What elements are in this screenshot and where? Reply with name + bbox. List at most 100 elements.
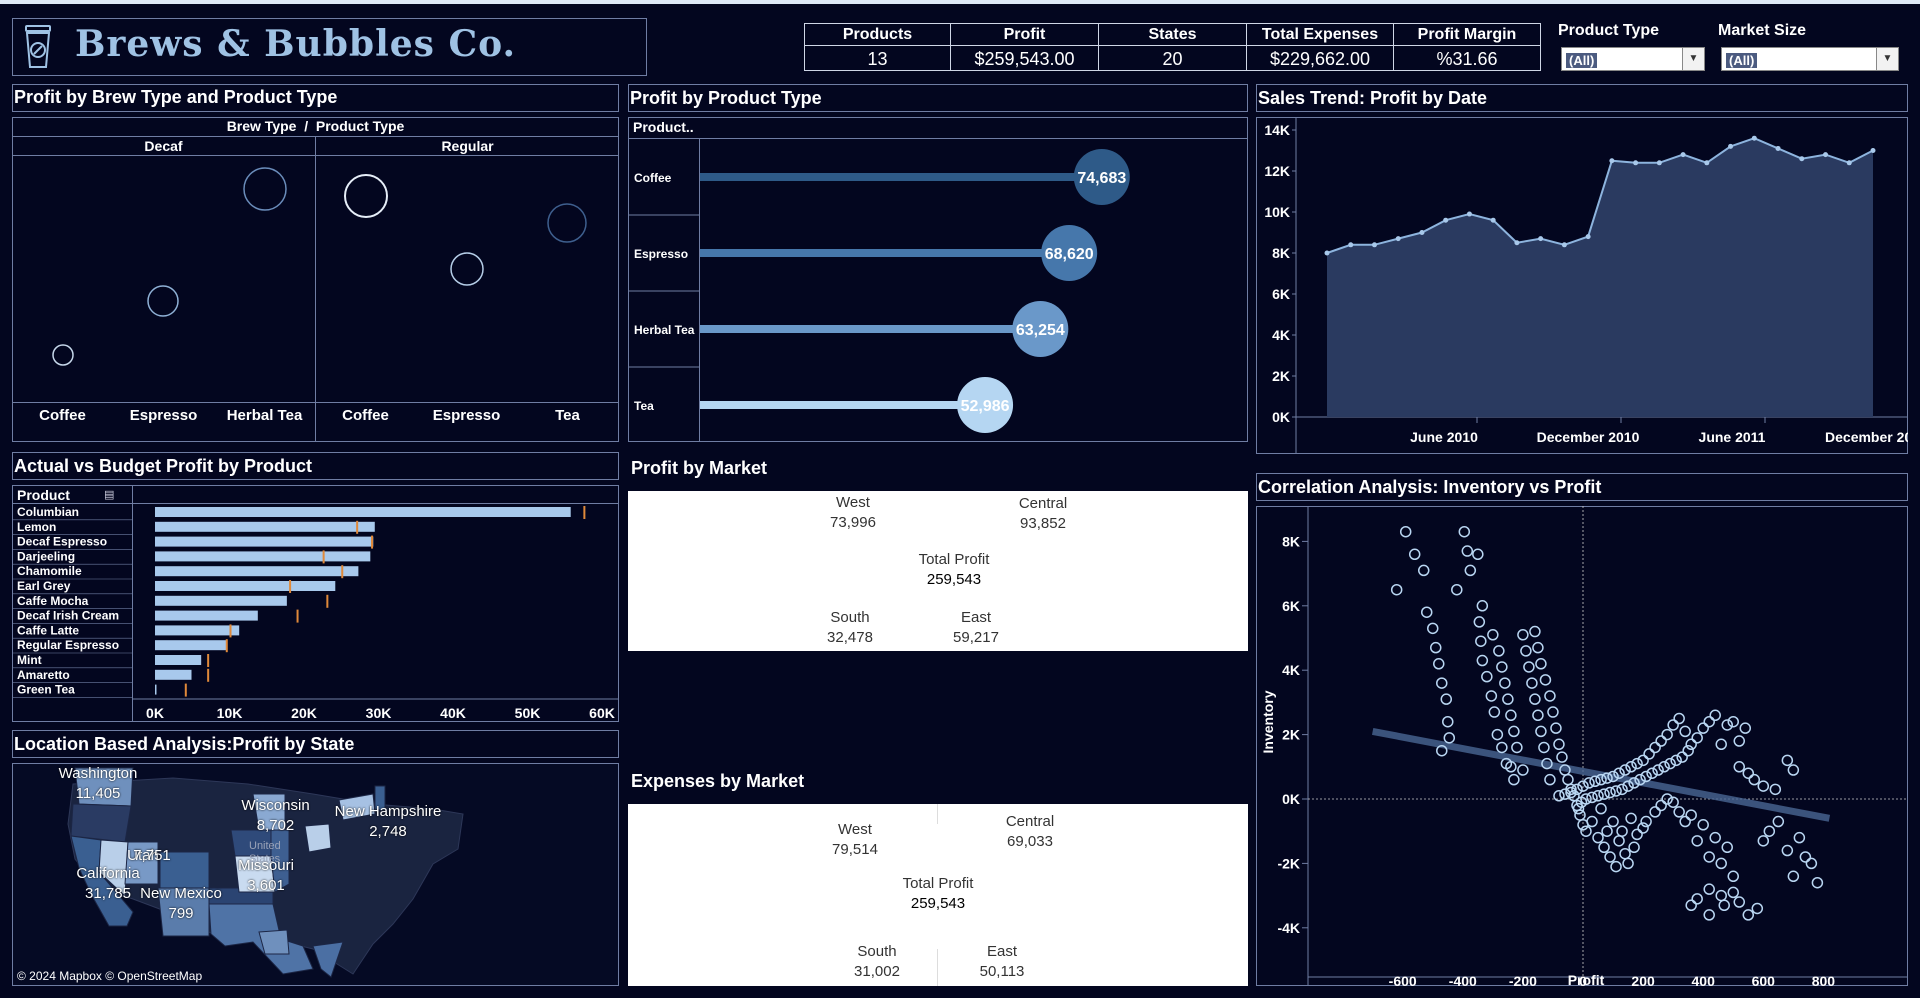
scatter-y-tick: 6K <box>1282 598 1300 614</box>
scatter-point <box>1472 548 1484 561</box>
scatter-point <box>1408 548 1421 561</box>
product-row-label: Coffee <box>634 171 672 185</box>
scatter-point <box>1685 899 1697 912</box>
product-row-label: Espresso <box>634 247 688 261</box>
trend-y-tick: 4K <box>1272 327 1290 343</box>
market-south[interactable]: South 32,478 <box>805 608 895 648</box>
market-size-dropdown[interactable]: (All) ▼ <box>1721 47 1899 71</box>
chevron-down-icon[interactable]: ▼ <box>1682 48 1704 70</box>
trend-y-tick: 8K <box>1272 245 1290 261</box>
state-louisiana <box>258 929 290 955</box>
scatter-point <box>1757 835 1770 847</box>
bubble-decaf-herbal-tea <box>243 167 287 211</box>
budget-actual-bar <box>155 595 287 606</box>
budget-panel-title: Actual vs Budget Profit by Product <box>14 456 313 476</box>
scatter-point <box>1751 902 1764 915</box>
scatter-point <box>1529 625 1541 638</box>
expenses-south-value: 31,002 <box>854 963 900 980</box>
lollipop-bar <box>700 249 1070 257</box>
budget-target-mark <box>289 580 292 593</box>
brew-ticks-decaf-espresso: Espresso <box>129 407 198 424</box>
map-panel[interactable]: Washington 11,405 Wisconsin 8,702 New Hamp… <box>12 763 619 986</box>
market-total-value: 259,543 <box>926 571 982 588</box>
trend-point <box>1633 160 1639 166</box>
brew-ticks-decaf-herbal-tea: Herbal Tea <box>226 407 303 424</box>
scatter-point <box>1781 754 1794 767</box>
market-east[interactable]: East 59,217 <box>931 608 1021 648</box>
budget-actual-bar <box>155 566 359 577</box>
scatter-point <box>1727 886 1739 899</box>
expenses-west[interactable]: West 79,514 <box>810 820 900 860</box>
map-attribution[interactable]: © 2024 Mapbox © OpenStreetMap <box>17 969 202 983</box>
budget-x-tick: 20K <box>291 705 317 721</box>
bubble-regular-coffee <box>344 174 388 218</box>
scatter-point <box>1631 757 1643 770</box>
scatter-point <box>1670 754 1682 767</box>
expenses-south-label: South <box>857 943 897 960</box>
product-type-dropdown[interactable]: (All) ▼ <box>1561 47 1705 71</box>
scatter-point <box>1550 722 1562 734</box>
product-type-filter-label: Product Type <box>1558 22 1660 39</box>
scatter-point <box>1539 674 1552 686</box>
market-west[interactable]: West 73,996 <box>808 493 898 533</box>
market-east-label: East <box>960 609 991 626</box>
map-label-utah[interactable]: Utah 7,751 <box>113 846 173 866</box>
brew-panel-header: Brew Type / Product Type <box>12 117 619 137</box>
scatter-point <box>1769 783 1782 796</box>
scatter-y-tick: 2K <box>1282 727 1300 743</box>
scatter-point <box>1679 725 1691 738</box>
scatter-point <box>1640 815 1652 828</box>
trend-y-tick: 14K <box>1264 122 1290 138</box>
scatter-point <box>1535 725 1547 738</box>
market-total-label: Total Profit <box>918 551 990 568</box>
scatter-point <box>1544 690 1556 702</box>
scatter-point <box>1781 844 1794 857</box>
market-panel-title: Profit by Market <box>631 458 768 478</box>
scatter-point <box>1658 761 1670 773</box>
dashboard-title: Brews & Bubbles Co. <box>75 23 517 65</box>
scatter-point <box>1442 715 1454 728</box>
map-label-missouri-value: 3,601 <box>247 877 285 894</box>
trend-x-tick: December 2010 <box>1537 429 1640 445</box>
product-row-label: Tea <box>634 399 654 413</box>
sort-descending-icon[interactable]: ▤ <box>104 488 114 501</box>
market-central[interactable]: Central 93,852 <box>993 494 1093 534</box>
trend-point <box>1680 152 1686 158</box>
scatter-point <box>1679 815 1691 828</box>
scatter-point <box>1505 709 1517 722</box>
scatter-point <box>1793 831 1806 844</box>
scatter-point <box>1703 715 1715 728</box>
chevron-down-icon[interactable]: ▼ <box>1876 48 1898 70</box>
brew-panel-title: Profit by Brew Type and Product Type <box>14 87 338 107</box>
expenses-south[interactable]: South 31,002 <box>832 942 922 982</box>
scatter-point <box>1473 616 1486 628</box>
market-south-label: South <box>830 609 870 626</box>
scatter-point <box>1547 706 1559 718</box>
lollipop-value: 74,683 <box>1077 170 1126 187</box>
budget-row-label: Chamomile <box>17 564 82 578</box>
expenses-central[interactable]: Central 69,033 <box>980 812 1080 852</box>
scatter-point <box>1604 851 1616 863</box>
scatter-point <box>1607 815 1619 828</box>
kpi-value: $229,662.00 <box>1269 49 1371 69</box>
scatter-point <box>1532 709 1544 722</box>
scatter-point <box>1622 857 1634 870</box>
brew-ticks-regular-coffee: Coffee <box>342 407 389 424</box>
budget-target-mark <box>184 683 187 697</box>
map-label-new-mexico[interactable]: New Mexico 799 <box>131 884 231 924</box>
expenses-east-value: 50,113 <box>979 963 1025 980</box>
expenses-east[interactable]: East 50,113 <box>957 942 1047 982</box>
map-label-washington[interactable]: Washington 11,405 <box>53 764 143 804</box>
budget-row-label: Earl Grey <box>17 579 71 593</box>
bubble-regular-espresso <box>450 252 484 286</box>
map-label-new-hampshire[interactable]: New Hampshire 2,748 <box>328 802 448 842</box>
scatter-point <box>1451 583 1463 596</box>
market-west-label: West <box>836 494 870 511</box>
scatter-point <box>1583 777 1595 789</box>
map-label-wisconsin[interactable]: Wisconsin 8,702 <box>233 796 318 836</box>
trend-point <box>1466 211 1472 217</box>
expenses-panel-title: Expenses by Market <box>631 771 805 791</box>
kpi-label: Total Expenses <box>1247 24 1393 46</box>
scatter-point <box>1703 909 1715 921</box>
scatter-point <box>1739 722 1752 734</box>
